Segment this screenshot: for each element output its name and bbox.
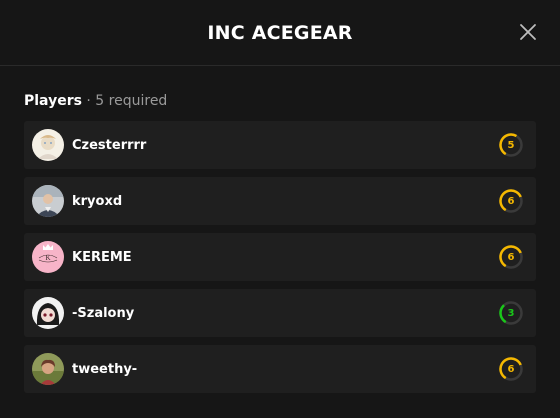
player-name: KEREME [72, 249, 132, 265]
level-badge: 5 [498, 132, 524, 158]
level-badge: 6 [498, 356, 524, 382]
level-badge: 6 [498, 244, 524, 270]
party-modal: INC ACEGEAR Players · 5 required Czester… [0, 0, 560, 418]
player-row[interactable]: Czesterrrr 5 [24, 121, 536, 169]
level-number: 5 [507, 139, 515, 151]
players-required: 5 required [95, 93, 168, 109]
avatar [32, 185, 64, 217]
modal-header: INC ACEGEAR [0, 0, 560, 66]
level-number: 6 [507, 363, 515, 375]
level-badge: 3 [498, 300, 524, 326]
crown-icon [43, 235, 53, 250]
close-icon[interactable] [518, 22, 538, 42]
player-name: tweethy- [72, 361, 138, 377]
player-row[interactable]: K KEREME 6 [24, 233, 536, 281]
players-heading: Players · 5 required [24, 93, 536, 109]
modal-title: INC ACEGEAR [207, 21, 353, 44]
avatar [32, 353, 64, 385]
players-section: Players · 5 required Czesterrrr 5 kryoxd… [0, 66, 560, 393]
player-row[interactable]: -Szalony 3 [24, 289, 536, 337]
level-badge: 6 [498, 188, 524, 214]
players-separator: · [81, 93, 96, 109]
player-row[interactable]: tweethy- 6 [24, 345, 536, 393]
player-name: kryoxd [72, 193, 123, 209]
player-name: -Szalony [72, 305, 135, 321]
player-row[interactable]: kryoxd 6 [24, 177, 536, 225]
avatar [32, 129, 64, 161]
players-label: Players [24, 93, 82, 109]
player-name: Czesterrrr [72, 137, 147, 153]
player-list: Czesterrrr 5 kryoxd 6 K KEREME 6 -Szalon… [24, 121, 536, 393]
level-number: 6 [507, 251, 515, 263]
level-number: 3 [507, 307, 515, 319]
avatar [32, 297, 64, 329]
level-number: 6 [507, 195, 515, 207]
